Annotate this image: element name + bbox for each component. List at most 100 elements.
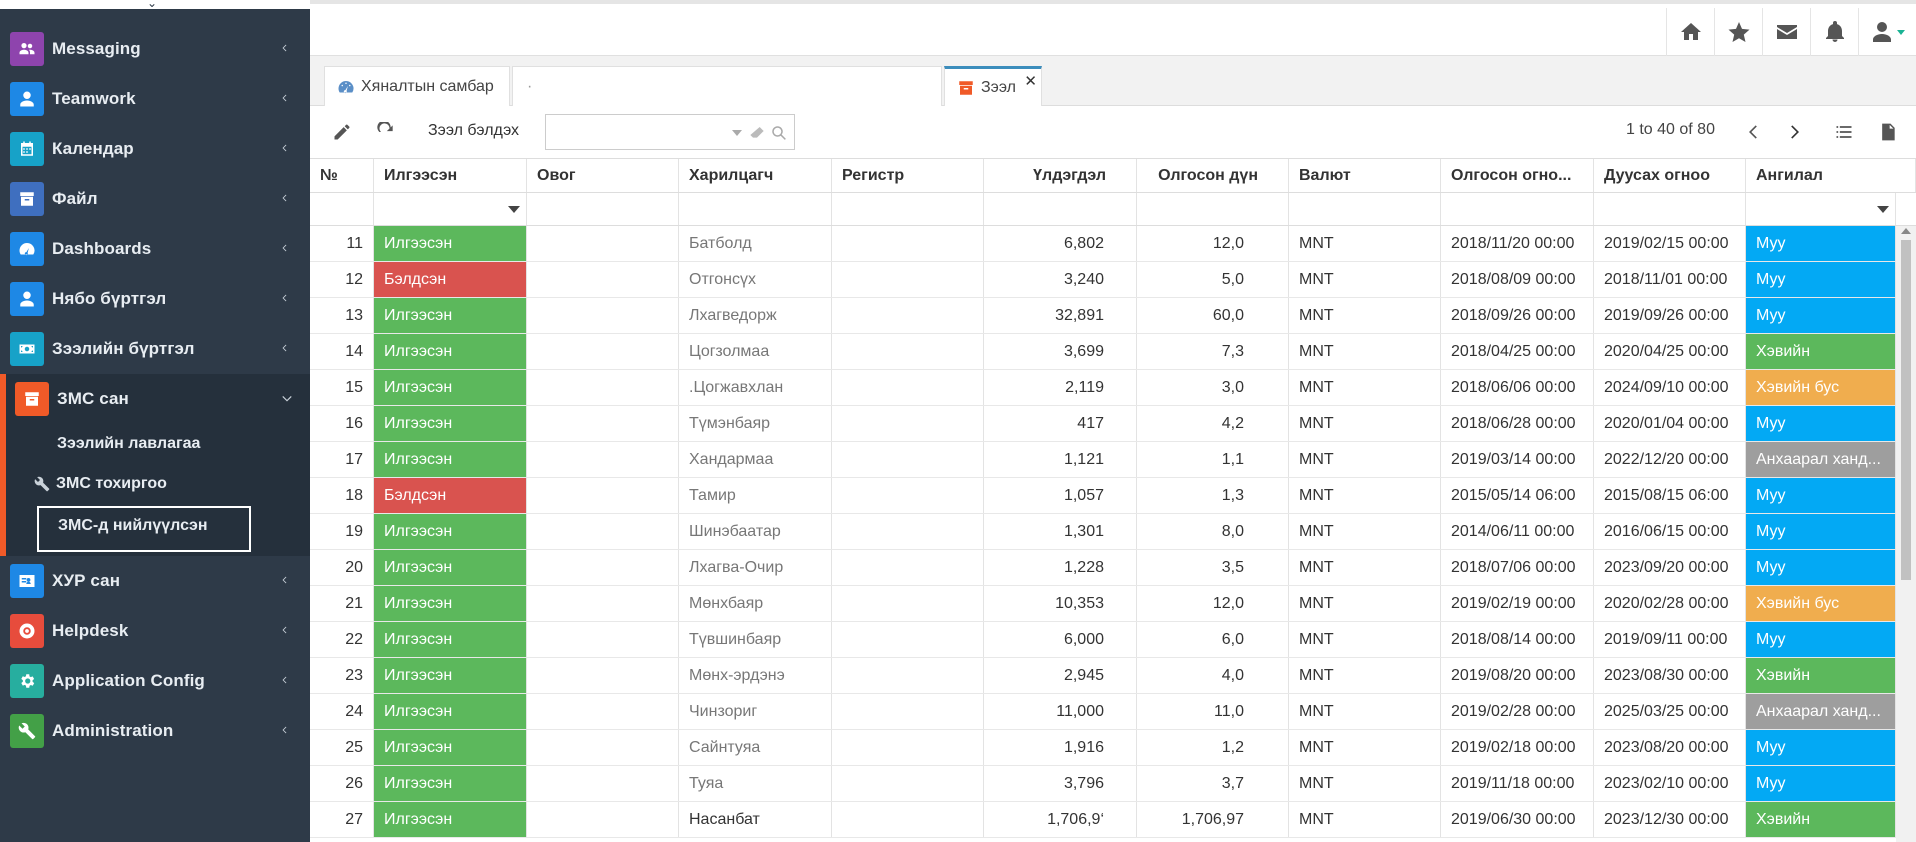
sidebar-item-6[interactable]: Зээлийн бүртгэл [0,324,310,374]
col-currency-header[interactable]: Валют [1289,159,1441,192]
cell-balance: 1,057 [984,478,1137,513]
table-row[interactable]: 25 Илгээсэн Сайнтуяа 1,916 1,2 MNT 2019/02/18 … [310,730,1896,766]
sidebar-item-4[interactable]: Dashboards [0,224,310,274]
cell-category: Муу [1746,730,1896,765]
col-amount-filter[interactable] [1137,193,1289,225]
cell-customer: Лхагва-Очир [679,550,832,585]
messages-button[interactable] [1762,8,1810,56]
caret-down-icon[interactable] [1877,206,1889,213]
col-amount-header[interactable]: Олгосон дүн [1137,159,1289,192]
eraser-icon[interactable] [749,125,765,141]
submenu-item-zms-supplied[interactable]: ЗМС-д нийлүүлсэн [37,506,251,552]
close-icon[interactable]: ✕ [1024,72,1037,90]
sidebar-item-label: Teamwork [52,89,136,108]
sidebar-item-8[interactable]: ХУР сан [0,556,310,606]
col-issued-date-filter[interactable] [1441,193,1594,225]
cell-balance: 11,000 [984,694,1137,729]
sidebar-item-11[interactable]: Administration [0,706,310,756]
cell-issued-date: 2019/06/30 00:00 [1441,802,1594,837]
edit-button[interactable] [332,122,352,142]
refresh-button[interactable] [376,120,396,142]
tab-untitled[interactable]: · [512,66,942,106]
col-surname-header[interactable]: Овог [527,159,679,192]
cell-currency: MNT [1289,334,1441,369]
col-customer-filter[interactable] [679,193,832,225]
table-row[interactable]: 13 Илгээсэн Лхагведорж 32,891 60,0 MNT 2018/09… [310,298,1896,334]
chevron-down-icon[interactable] [732,130,742,136]
vertical-scrollbar[interactable] [1896,226,1916,842]
col-register-header[interactable]: Регистр [832,159,984,192]
col-sent-header[interactable]: Илгээсэн [374,159,527,192]
scroll-up-arrow[interactable] [1901,228,1911,234]
scroll-thumb[interactable] [1901,240,1911,580]
cell-category: Муу [1746,622,1896,657]
user-menu-button[interactable] [1858,8,1916,56]
tab-loan[interactable]: Зээл ✕ [944,66,1042,106]
col-surname-filter[interactable] [527,193,679,225]
cell-amount: 1,1 [1137,442,1289,477]
active-accent [0,374,6,424]
table-row[interactable]: 24 Илгээсэн Чинзориг 11,000 11,0 MNT 2019/02/2… [310,694,1896,730]
dashboard-icon [10,232,44,266]
export-button[interactable] [1878,122,1898,142]
sidebar-item-3[interactable]: Файл [0,174,310,224]
sidebar-item-10[interactable]: Application Config [0,656,310,706]
cell-category: Анхаарал ханд... [1746,694,1896,729]
table-row[interactable]: 11 Илгээсэн Батболд 6,802 12,0 MNT 2018/11/20 … [310,226,1896,262]
notifications-button[interactable] [1810,8,1858,56]
col-category-header[interactable]: Ангилал [1746,159,1916,192]
sidebar-item-7[interactable]: ЗМС сан [0,374,310,424]
search-icon[interactable] [770,124,788,142]
submenu-item-zms-settings[interactable]: ЗМС тохиргоо [34,475,167,493]
prev-page-button[interactable] [1744,122,1764,142]
sidebar-item-arrow [280,340,290,356]
table-row[interactable]: 17 Илгээсэн Хандармаа 1,121 1,1 MNT 2019/03/14… [310,442,1896,478]
col-sent-filter[interactable] [374,193,527,225]
table-row[interactable]: 18 Бэлдсэн Тамир 1,057 1,3 MNT 2015/05/14 06:0… [310,478,1896,514]
table-row[interactable]: 15 Илгээсэн .Цогжавхлан 2,119 3,0 MNT 2018/06/… [310,370,1896,406]
cell-category: Муу [1746,298,1896,333]
col-category-filter[interactable] [1746,193,1896,225]
home-button[interactable] [1666,8,1714,56]
table-row[interactable]: 12 Бэлдсэн Отгонсүх 3,240 5,0 MNT 2018/08/09 0… [310,262,1896,298]
sidebar-item-5[interactable]: Нябо бүртгэл [0,274,310,324]
chevron-down-icon[interactable]: ⌄ [147,0,157,10]
next-page-button[interactable] [1784,122,1804,142]
cell-no: 14 [310,334,374,369]
table-row[interactable]: 14 Илгээсэн Цогзолмаа 3,699 7,3 MNT 2018/04/25… [310,334,1896,370]
id-card-icon [10,564,44,598]
prepare-loan-button[interactable]: Зээл бэлдэх [428,122,519,140]
table-row[interactable]: 16 Илгээсэн Түмэнбаяр 417 4,2 MNT 2018/06/28 0… [310,406,1896,442]
table-row[interactable]: 21 Илгээсэн Мөнхбаяр 10,353 12,0 MNT 2019/02/1… [310,586,1896,622]
col-due-date-filter[interactable] [1594,193,1746,225]
table-row[interactable]: 27 Илгээсэн Насанбат 1,706,9‘ 1,706,97 MNT 201… [310,802,1896,838]
sidebar-item-9[interactable]: Helpdesk [0,606,310,656]
sidebar-item-0[interactable]: Messaging [0,24,310,74]
cell-sent: Бэлдсэн [374,262,527,297]
cell-sent: Илгээсэн [374,694,527,729]
table-row[interactable]: 20 Илгээсэн Лхагва-Очир 1,228 3,5 MNT 2018/07/… [310,550,1896,586]
cell-amount: 3,7 [1137,766,1289,801]
list-view-button[interactable] [1834,122,1854,142]
col-balance-filter[interactable] [984,193,1137,225]
table-row[interactable]: 23 Илгээсэн Мөнх-эрдэнэ 2,945 4,0 MNT 2019/08/… [310,658,1896,694]
favorites-button[interactable] [1714,8,1762,56]
submenu-item-loan-inquiry[interactable]: Зээлийн лавлагаа [57,435,200,453]
col-currency-filter[interactable] [1289,193,1441,225]
col-due-date-header[interactable]: Дуусах огноо [1594,159,1746,192]
sidebar-item-2[interactable]: Календар [0,124,310,174]
col-balance-header[interactable]: Үлдэгдэл [984,159,1137,192]
col-register-filter[interactable] [832,193,984,225]
tab-dashboard[interactable]: Хяналтын самбар [324,66,510,106]
col-no-header[interactable]: № [310,159,374,192]
col-issued-date-header[interactable]: Олгосон огно... [1441,159,1594,192]
table-row[interactable]: 19 Илгээсэн Шинэбаатар 1,301 8,0 MNT 2014/06/1… [310,514,1896,550]
table-row[interactable]: 22 Илгээсэн Түвшинбаяр 6,000 6,0 MNT 2018/08/1… [310,622,1896,658]
caret-down-icon[interactable] [508,206,520,213]
col-customer-header[interactable]: Харилцагч [679,159,832,192]
col-no-filter[interactable] [310,193,374,225]
cell-no: 26 [310,766,374,801]
search-input[interactable] [546,115,716,149]
sidebar-item-1[interactable]: Teamwork [0,74,310,124]
table-row[interactable]: 26 Илгээсэн Туяа 3,796 3,7 MNT 2019/11/18 00:0… [310,766,1896,802]
